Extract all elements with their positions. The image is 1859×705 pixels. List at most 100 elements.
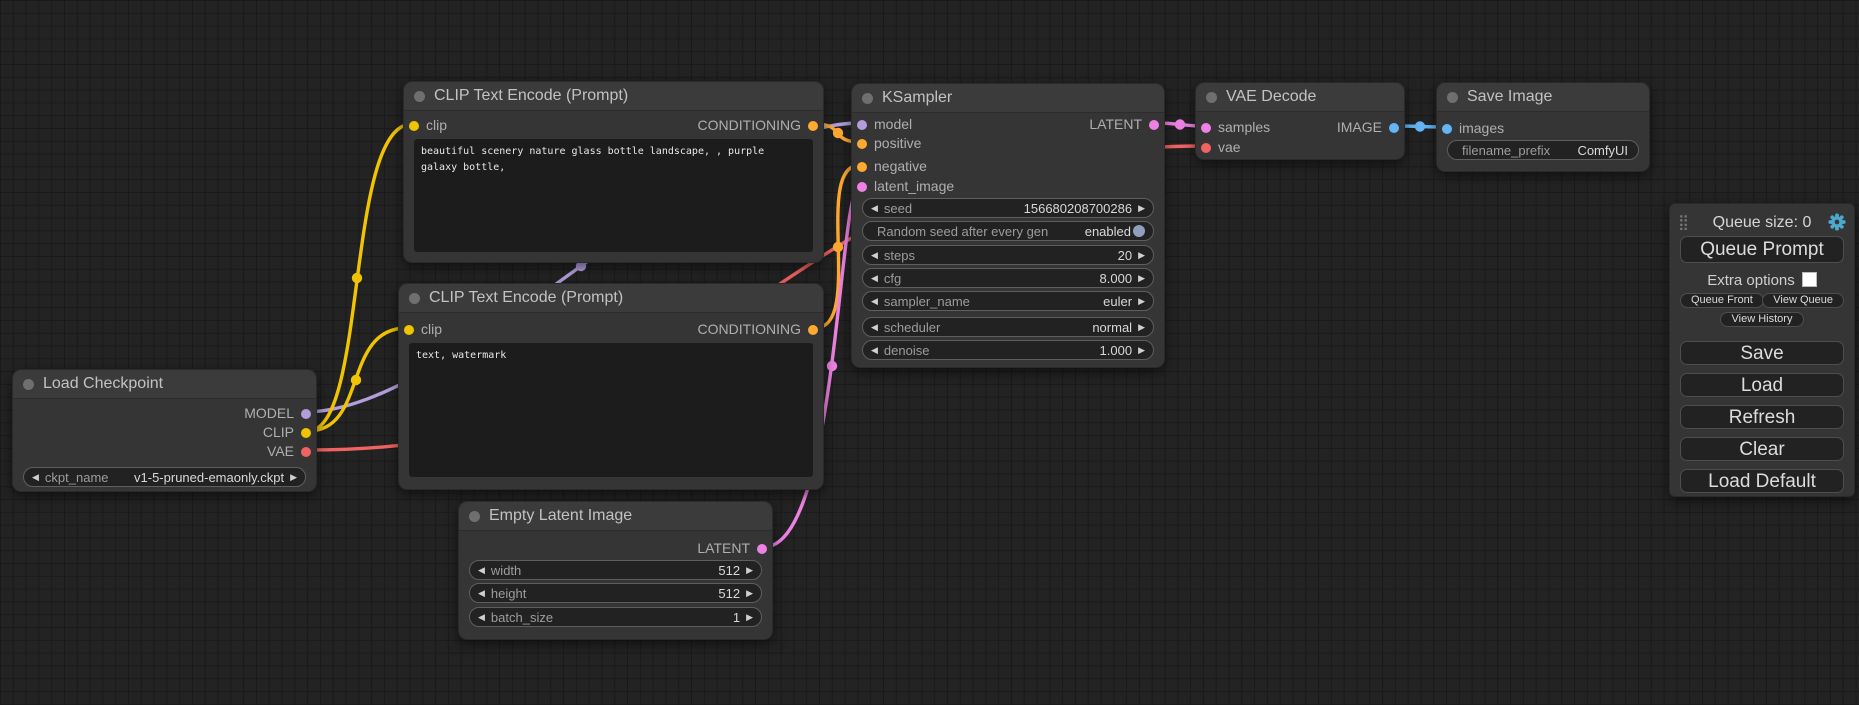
input-label-negative: negative xyxy=(874,158,927,174)
increment-arrow-icon[interactable]: ▶ xyxy=(1138,245,1145,265)
output-slot-vae[interactable] xyxy=(301,447,311,457)
widget-label: width xyxy=(491,563,521,578)
node-empty-latent-image[interactable]: Empty Latent Image LATENT ◀ width 512 ▶ … xyxy=(458,501,773,640)
refresh-button[interactable]: Refresh xyxy=(1680,405,1844,429)
input-slot-images[interactable] xyxy=(1442,124,1452,134)
increment-arrow-icon[interactable]: ▶ xyxy=(1138,291,1145,311)
seed-widget[interactable]: ◀ seed 156680208700286 ▶ xyxy=(862,198,1154,218)
decrement-arrow-icon[interactable]: ◀ xyxy=(871,245,878,265)
widget-label: batch_size xyxy=(491,610,553,625)
link-latent-out-dot xyxy=(1175,119,1185,129)
node-header[interactable]: Save Image xyxy=(1437,83,1649,112)
steps-widget[interactable]: ◀ steps 20 ▶ xyxy=(862,245,1154,265)
input-slot-clip[interactable] xyxy=(404,325,414,335)
increment-arrow-icon[interactable]: ▶ xyxy=(746,607,753,627)
increment-arrow-icon[interactable]: ▶ xyxy=(290,467,297,487)
decrement-arrow-icon[interactable]: ◀ xyxy=(478,607,485,627)
output-slot-model[interactable] xyxy=(301,409,311,419)
node-ksampler[interactable]: KSampler model LATENT positive negative … xyxy=(851,83,1165,368)
collapse-dot-icon[interactable] xyxy=(862,93,873,104)
node-clip-text-encode-negative[interactable]: CLIP Text Encode (Prompt) clip CONDITION… xyxy=(398,283,824,490)
denoise-widget[interactable]: ◀ denoise 1.000 ▶ xyxy=(862,340,1154,360)
sampler-name-widget[interactable]: ◀ sampler_name euler ▶ xyxy=(862,291,1154,311)
input-slot-latent-image[interactable] xyxy=(857,182,867,192)
scheduler-widget[interactable]: ◀ scheduler normal ▶ xyxy=(862,317,1154,337)
prompt-textarea[interactable]: beautiful scenery nature glass bottle la… xyxy=(414,139,813,252)
increment-arrow-icon[interactable]: ▶ xyxy=(1138,268,1145,288)
load-button[interactable]: Load xyxy=(1680,373,1844,397)
node-title: CLIP Text Encode (Prompt) xyxy=(434,87,628,105)
queue-prompt-button[interactable]: Queue Prompt xyxy=(1680,236,1844,263)
output-label-conditioning: CONDITIONING xyxy=(698,321,801,337)
node-vae-decode[interactable]: VAE Decode samples IMAGE vae xyxy=(1195,82,1405,160)
input-slot-vae[interactable] xyxy=(1201,143,1211,153)
node-title: VAE Decode xyxy=(1226,88,1316,106)
decrement-arrow-icon[interactable]: ◀ xyxy=(871,291,878,311)
decrement-arrow-icon[interactable]: ◀ xyxy=(478,560,485,580)
increment-arrow-icon[interactable]: ▶ xyxy=(1138,317,1145,337)
load-default-button[interactable]: Load Default xyxy=(1680,469,1844,493)
batch-size-widget[interactable]: ◀ batch_size 1 ▶ xyxy=(469,607,762,627)
widget-value: 156680208700286 xyxy=(1024,201,1132,216)
node-header[interactable]: VAE Decode xyxy=(1196,83,1404,112)
extra-options-checkbox[interactable] xyxy=(1802,272,1817,287)
node-header[interactable]: Empty Latent Image xyxy=(459,502,772,531)
output-slot-conditioning[interactable] xyxy=(808,325,818,335)
node-graph-canvas[interactable]: Load Checkpoint MODEL CLIP VAE ◀ ckpt_na… xyxy=(0,0,1859,705)
collapse-dot-icon[interactable] xyxy=(23,379,34,390)
widget-value: 512 xyxy=(718,563,740,578)
prompt-textarea[interactable]: text, watermark xyxy=(409,343,813,477)
decrement-arrow-icon[interactable]: ◀ xyxy=(871,198,878,218)
node-header[interactable]: CLIP Text Encode (Prompt) xyxy=(399,284,823,313)
input-label-vae: vae xyxy=(1218,139,1241,155)
settings-gear-icon[interactable] xyxy=(1828,213,1846,236)
input-label-model: model xyxy=(874,116,912,132)
node-header[interactable]: CLIP Text Encode (Prompt) xyxy=(404,82,823,111)
node-clip-text-encode-positive[interactable]: CLIP Text Encode (Prompt) clip CONDITION… xyxy=(403,81,824,263)
view-history-button[interactable]: View History xyxy=(1720,312,1804,327)
input-slot-clip[interactable] xyxy=(409,121,419,131)
input-slot-model[interactable] xyxy=(857,120,867,130)
node-header[interactable]: Load Checkpoint xyxy=(13,370,316,399)
decrement-arrow-icon[interactable]: ◀ xyxy=(871,340,878,360)
collapse-dot-icon[interactable] xyxy=(1206,92,1217,103)
collapse-dot-icon[interactable] xyxy=(1447,92,1458,103)
input-slot-negative[interactable] xyxy=(857,162,867,172)
decrement-arrow-icon[interactable]: ◀ xyxy=(478,583,485,603)
output-slot-image[interactable] xyxy=(1389,123,1399,133)
node-title: Empty Latent Image xyxy=(489,507,632,525)
output-slot-clip[interactable] xyxy=(301,428,311,438)
collapse-dot-icon[interactable] xyxy=(409,293,420,304)
increment-arrow-icon[interactable]: ▶ xyxy=(1138,198,1145,218)
increment-arrow-icon[interactable]: ▶ xyxy=(1138,340,1145,360)
decrement-arrow-icon[interactable]: ◀ xyxy=(32,467,39,487)
increment-arrow-icon[interactable]: ▶ xyxy=(746,583,753,603)
height-widget[interactable]: ◀ height 512 ▶ xyxy=(469,583,762,603)
collapse-dot-icon[interactable] xyxy=(469,511,480,522)
widget-value: v1-5-pruned-emaonly.ckpt xyxy=(134,470,284,485)
widget-label: seed xyxy=(884,201,912,216)
view-queue-button[interactable]: View Queue xyxy=(1762,293,1844,308)
clear-button[interactable]: Clear xyxy=(1680,437,1844,461)
input-slot-samples[interactable] xyxy=(1201,123,1211,133)
input-slot-positive[interactable] xyxy=(857,139,867,149)
node-header[interactable]: KSampler xyxy=(852,84,1164,113)
save-button[interactable]: Save xyxy=(1680,341,1844,365)
node-save-image[interactable]: Save Image images filename_prefix ComfyU… xyxy=(1436,82,1650,172)
filename-prefix-widget[interactable]: filename_prefix ComfyUI xyxy=(1447,140,1639,160)
random-seed-toggle-widget[interactable]: Random seed after every gen enabled xyxy=(862,221,1154,241)
output-slot-conditioning[interactable] xyxy=(808,121,818,131)
output-slot-latent[interactable] xyxy=(757,544,767,554)
increment-arrow-icon[interactable]: ▶ xyxy=(746,560,753,580)
ckpt-name-widget[interactable]: ◀ ckpt_name v1-5-pruned-emaonly.ckpt ▶ xyxy=(23,467,306,487)
decrement-arrow-icon[interactable]: ◀ xyxy=(871,268,878,288)
toggle-enabled-icon[interactable] xyxy=(1133,225,1145,237)
cfg-widget[interactable]: ◀ cfg 8.000 ▶ xyxy=(862,268,1154,288)
widget-label: height xyxy=(491,586,526,601)
decrement-arrow-icon[interactable]: ◀ xyxy=(871,317,878,337)
queue-front-button[interactable]: Queue Front xyxy=(1680,293,1764,308)
width-widget[interactable]: ◀ width 512 ▶ xyxy=(469,560,762,580)
output-slot-latent[interactable] xyxy=(1149,120,1159,130)
node-load-checkpoint[interactable]: Load Checkpoint MODEL CLIP VAE ◀ ckpt_na… xyxy=(12,369,317,492)
collapse-dot-icon[interactable] xyxy=(414,91,425,102)
